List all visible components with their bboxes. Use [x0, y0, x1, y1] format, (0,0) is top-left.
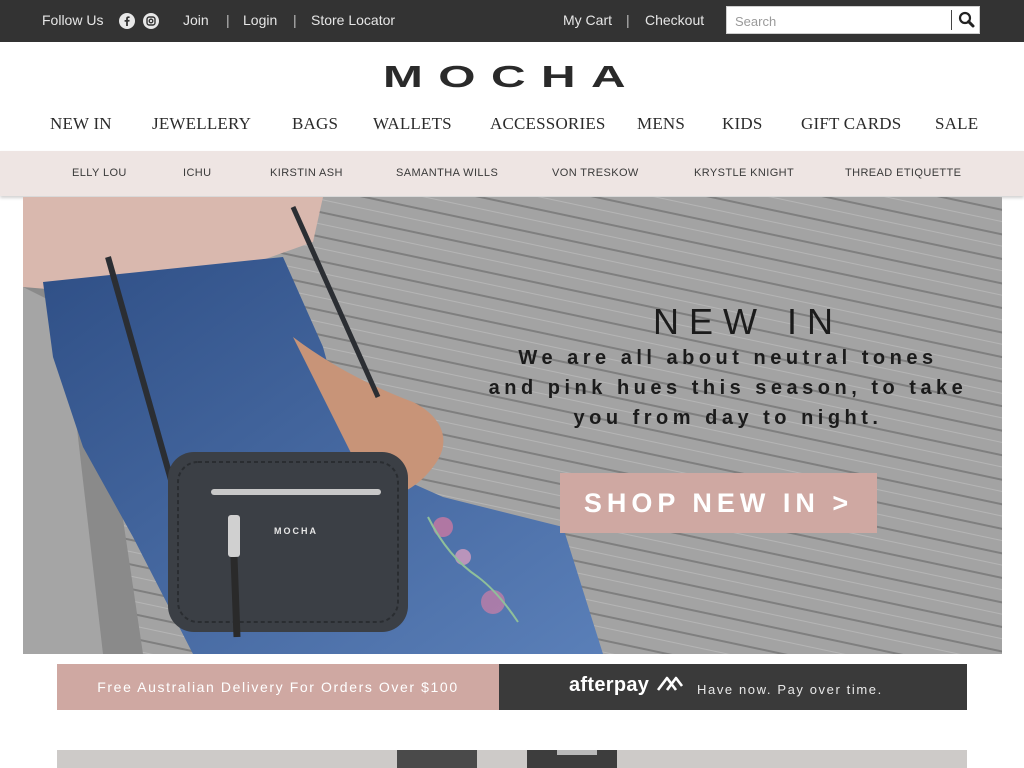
- search-box: [726, 6, 980, 34]
- separator: |: [226, 12, 230, 28]
- nav-bags[interactable]: BAGS: [292, 114, 338, 134]
- brand-bar: ELLY LOU ICHU KIRSTIN ASH SAMANTHA WILLS…: [0, 151, 1024, 196]
- my-cart-link[interactable]: My Cart: [563, 12, 612, 28]
- next-section-image[interactable]: [57, 750, 967, 768]
- nav-sale[interactable]: SALE: [935, 114, 978, 134]
- nav-new-in[interactable]: NEW IN: [50, 114, 112, 134]
- search-button[interactable]: [956, 10, 978, 30]
- logo-text: MOCHA: [383, 60, 641, 90]
- brand-krystle-knight[interactable]: KRYSTLE KNIGHT: [694, 167, 794, 179]
- separator: |: [626, 12, 630, 28]
- afterpay-tagline: Have now. Pay over time.: [697, 682, 883, 697]
- nav-wallets[interactable]: WALLETS: [373, 114, 452, 134]
- hero-subtitle-line: and pink hues this season, to take: [488, 377, 968, 399]
- afterpay-logo-text: afterpay: [569, 674, 650, 696]
- brand-thread-etiquette[interactable]: THREAD ETIQUETTE: [845, 167, 961, 179]
- shop-new-in-button[interactable]: SHOP NEW IN >: [560, 473, 877, 533]
- instagram-icon[interactable]: [143, 13, 159, 29]
- brand-von-treskow[interactable]: VON TRESKOW: [552, 167, 639, 179]
- mocha-logo: MOCHA: [383, 59, 641, 94]
- brand-samantha-wills[interactable]: SAMANTHA WILLS: [396, 167, 498, 179]
- hero-title: NEW IN: [653, 301, 843, 342]
- follow-us-label: Follow Us: [42, 12, 104, 28]
- join-link[interactable]: Join: [183, 12, 209, 28]
- hero-subtitle-line: you from day to night.: [573, 407, 883, 429]
- hero-subtitle: We are all about neutral tones and pink …: [463, 343, 993, 433]
- search-divider: [951, 10, 952, 30]
- next-section-photo: [57, 750, 967, 768]
- brand-kirstin-ash[interactable]: KIRSTIN ASH: [270, 167, 343, 179]
- checkout-link[interactable]: Checkout: [645, 12, 704, 28]
- hero-subtitle-line: We are all about neutral tones: [518, 347, 938, 369]
- search-icon: [958, 11, 975, 28]
- facebook-icon[interactable]: [119, 13, 135, 29]
- free-delivery-banner[interactable]: Free Australian Delivery For Orders Over…: [57, 664, 499, 710]
- search-input[interactable]: [735, 11, 940, 31]
- nav-accessories[interactable]: ACCESSORIES: [490, 114, 606, 134]
- afterpay-arrows-icon: [657, 676, 684, 691]
- nav-jewellery[interactable]: JEWELLERY: [152, 114, 251, 134]
- login-link[interactable]: Login: [243, 12, 277, 28]
- afterpay-logo: afterpay: [569, 674, 685, 697]
- site-logo[interactable]: MOCHA: [0, 59, 1024, 95]
- nav-kids[interactable]: KIDS: [722, 114, 762, 134]
- brand-ichu[interactable]: ICHU: [183, 167, 212, 179]
- brand-elly-lou[interactable]: ELLY LOU: [72, 167, 127, 179]
- top-bar: Follow Us Join | Login | Store Locator M…: [0, 0, 1024, 42]
- separator: |: [293, 12, 297, 28]
- afterpay-banner[interactable]: afterpay Have now. Pay over time.: [499, 664, 967, 710]
- nav-mens[interactable]: MENS: [637, 114, 685, 134]
- nav-gift-cards[interactable]: GIFT CARDS: [801, 114, 901, 134]
- bag-logo: MOCHA: [274, 526, 318, 536]
- main-nav: NEW IN JEWELLERY BAGS WALLETS ACCESSORIE…: [0, 114, 1024, 138]
- store-locator-link[interactable]: Store Locator: [311, 12, 395, 28]
- hero-banner[interactable]: MOCHA NEW IN We are all about neutral to…: [23, 197, 1002, 654]
